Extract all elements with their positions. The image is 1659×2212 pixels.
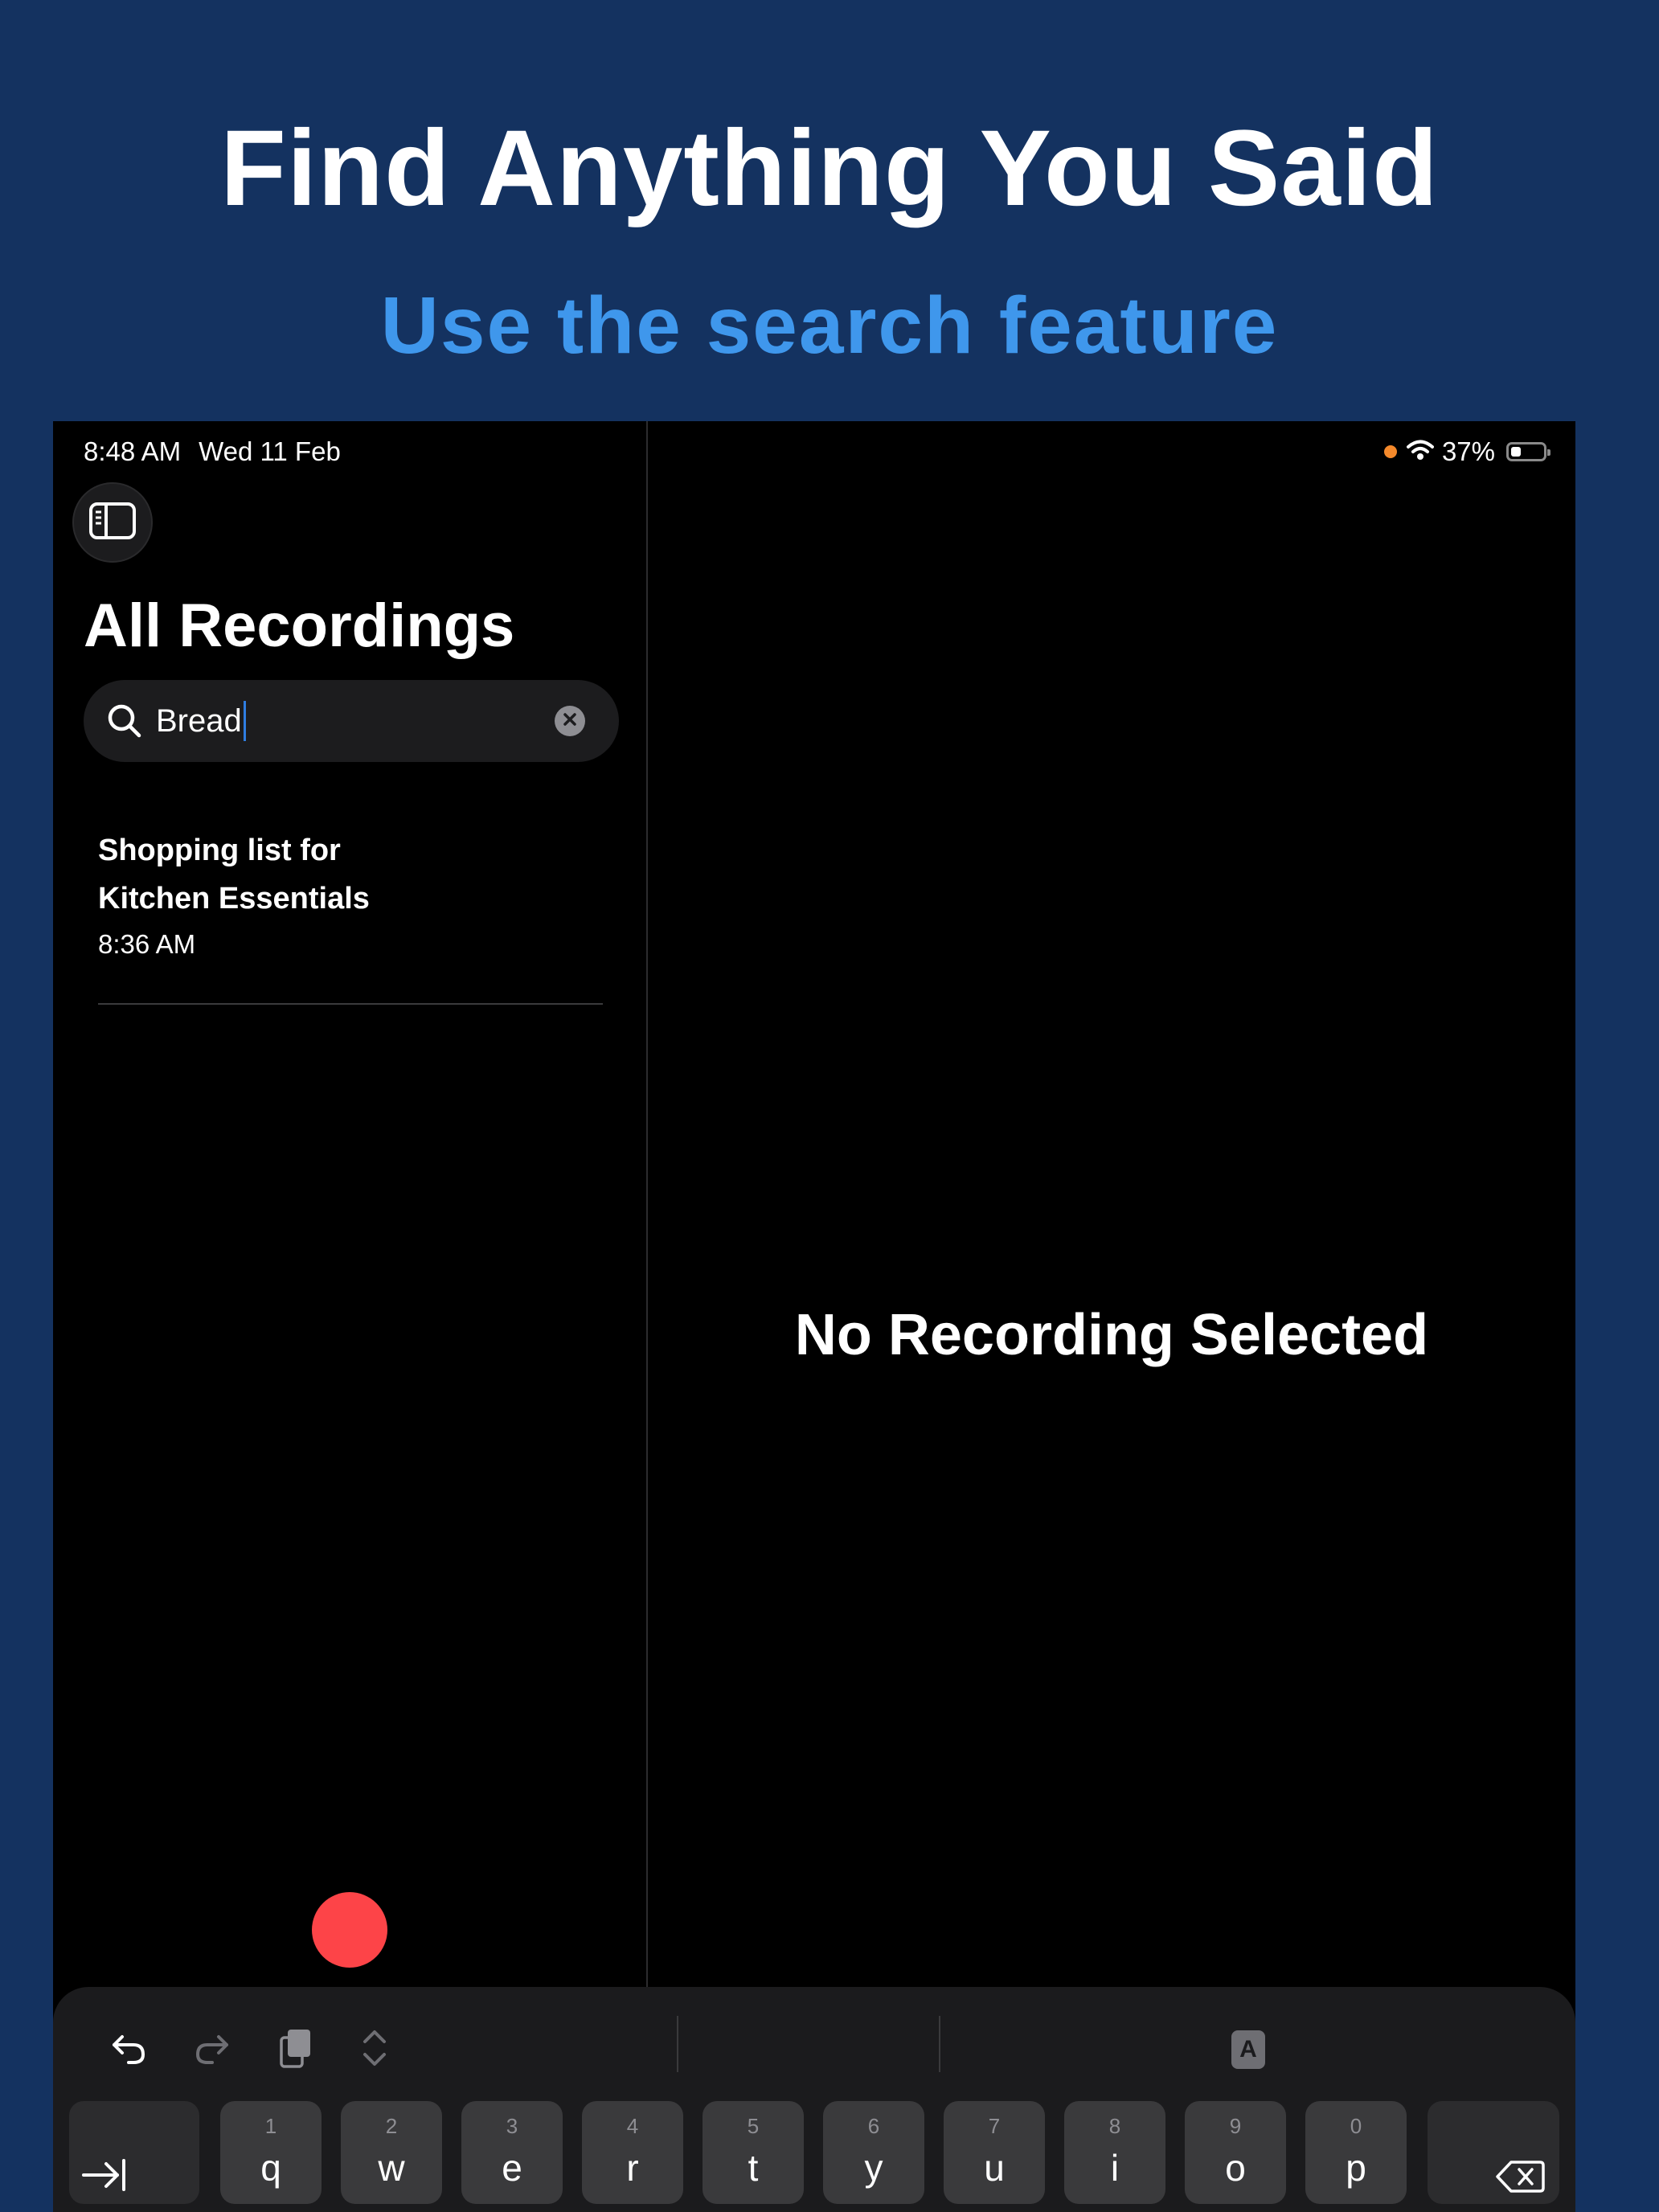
key-number: 8 [1108, 2114, 1121, 2138]
key-o[interactable]: 9 o [1185, 2101, 1286, 2204]
key-number: 9 [1229, 2114, 1242, 2138]
key-letter: i [1110, 2147, 1120, 2189]
promo-headline: Find Anything You Said [220, 109, 1439, 228]
split-view-divider [646, 421, 648, 1987]
status-bar-right: 37% [1383, 436, 1550, 468]
key-letter: r [626, 2147, 639, 2189]
list-divider [98, 1003, 603, 1005]
ipad-screen: 8:48 AM Wed 11 Feb 37% All Recordings Br… [53, 421, 1575, 2212]
redo-button[interactable] [191, 2029, 233, 2071]
battery-icon [1506, 442, 1550, 461]
text-format-button[interactable]: A [1231, 2030, 1265, 2069]
delete-key[interactable] [1428, 2101, 1559, 2204]
key-letter: u [984, 2147, 1005, 2189]
key-r[interactable]: 4 r [582, 2101, 683, 2204]
key-number: 4 [626, 2114, 639, 2138]
key-number: 5 [747, 2114, 760, 2138]
mic-indicator-icon [1383, 445, 1397, 458]
toolbar-separator [939, 2016, 940, 2072]
clipboard-icon [278, 2027, 313, 2073]
recording-time: 8:36 AM [98, 929, 196, 959]
cursor-move-button[interactable] [354, 2029, 395, 2071]
key-u[interactable]: 7 u [944, 2101, 1045, 2204]
backspace-icon [1495, 2159, 1545, 2198]
key-i[interactable]: 8 i [1064, 2101, 1165, 2204]
undo-button[interactable] [108, 2029, 150, 2071]
key-number: 2 [385, 2114, 398, 2138]
search-input[interactable]: Bread [156, 699, 246, 743]
key-letter: p [1346, 2147, 1366, 2189]
empty-state-message: No Recording Selected [794, 1303, 1429, 1367]
clear-search-button[interactable] [555, 706, 585, 736]
key-number: 7 [988, 2114, 1001, 2138]
search-bar[interactable]: Bread [84, 680, 619, 762]
key-letter: q [260, 2147, 281, 2189]
tab-key[interactable] [69, 2101, 199, 2204]
key-y[interactable]: 6 y [823, 2101, 924, 2204]
record-button[interactable] [312, 1892, 387, 1968]
list-item[interactable]: Shopping list for Kitchen Essentials 8:3… [98, 826, 603, 965]
text-caret [243, 701, 246, 741]
sidebar-toggle-button[interactable] [72, 482, 153, 563]
key-number: 0 [1350, 2114, 1362, 2138]
search-icon [106, 703, 143, 743]
status-date: Wed 11 Feb [199, 436, 341, 466]
tab-icon [80, 2157, 129, 2197]
key-number: 3 [506, 2114, 518, 2138]
redo-icon [193, 2029, 231, 2071]
key-number: 6 [867, 2114, 880, 2138]
key-letter: o [1225, 2147, 1246, 2189]
key-letter: w [378, 2147, 405, 2189]
undo-icon [109, 2029, 148, 2071]
close-icon [563, 712, 577, 731]
chevron-up-down-icon [358, 2027, 391, 2073]
wifi-icon [1406, 436, 1434, 467]
key-t[interactable]: 5 t [703, 2101, 804, 2204]
key-e[interactable]: 3 e [461, 2101, 563, 2204]
key-letter: e [502, 2147, 522, 2189]
toolbar-separator [677, 2016, 678, 2072]
promo-subheadline: Use the search feature [380, 281, 1279, 371]
key-letter: t [748, 2147, 759, 2189]
page-title: All Recordings [84, 592, 515, 660]
key-letter: y [864, 2147, 883, 2189]
status-bar-left: 8:48 AM Wed 11 Feb [84, 436, 341, 468]
search-input-value: Bread [156, 703, 242, 739]
status-time: 8:48 AM [84, 436, 182, 466]
battery-percent: 37% [1441, 436, 1495, 466]
key-w[interactable]: 2 w [341, 2101, 442, 2204]
key-q[interactable]: 1 q [220, 2101, 322, 2204]
key-number: 1 [264, 2114, 277, 2138]
key-p[interactable]: 0 p [1305, 2101, 1407, 2204]
sidebar-icon [88, 502, 137, 544]
recording-title: Shopping list for Kitchen Essentials [98, 834, 370, 916]
keyboard: A 1 q 2 w 3 e 4 r 5 t 6 y 7 u 8 i 9 o 0 … [53, 1987, 1575, 2212]
paste-button[interactable] [275, 2029, 317, 2071]
